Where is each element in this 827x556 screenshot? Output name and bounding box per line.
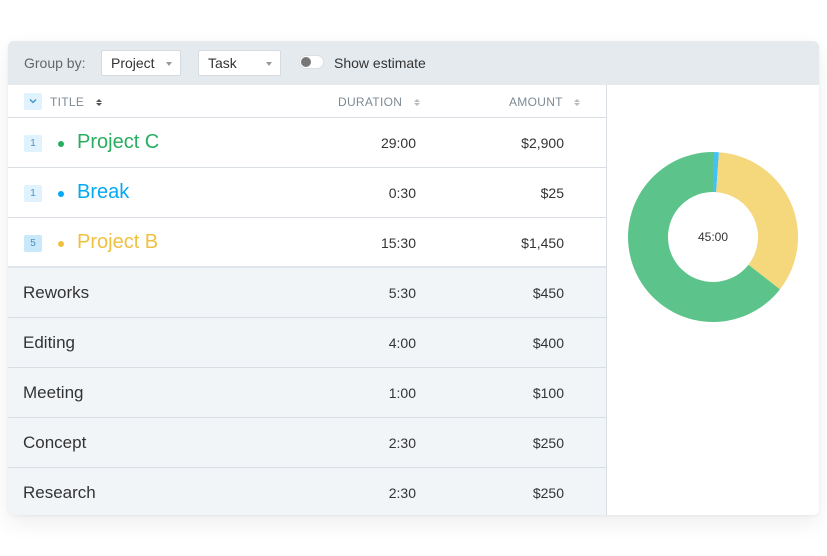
amount-cell: $100	[532, 385, 564, 401]
task-name: Meeting	[23, 383, 84, 402]
duration-cell: 2:30	[388, 485, 416, 501]
table-row-task[interactable]: Editing 4:00 $400	[8, 318, 606, 368]
summary-report-card: Group by: Project Task Show estimate TIT…	[8, 41, 819, 515]
show-estimate-label: Show estimate	[334, 55, 426, 71]
group-name: Project B	[77, 231, 159, 253]
table-row-task[interactable]: Meeting 1:00 $100	[8, 368, 606, 418]
chevron-down-icon	[29, 99, 37, 104]
donut-center-label: 45:00	[698, 230, 728, 244]
project-color-dot	[58, 141, 64, 147]
sort-icon	[413, 99, 420, 107]
expand-all-button[interactable]	[24, 93, 42, 110]
table-row-group[interactable]: 1 Break 0:30 $25	[8, 168, 606, 218]
table-header: TITLE DURATION AMOUNT	[8, 85, 606, 118]
duration-cell: 0:30	[388, 185, 416, 201]
table-row-group-expanded[interactable]: 5 Project B 15:30 $1,450	[8, 218, 606, 268]
task-name: Concept	[23, 433, 87, 452]
group-by-label: Group by:	[24, 55, 86, 71]
chevron-down-icon	[166, 62, 172, 66]
group-by-primary-value: Project	[111, 55, 155, 71]
duration-cell: 15:30	[380, 235, 416, 251]
task-name: Research	[23, 483, 96, 502]
sort-icon	[95, 99, 102, 107]
sort-icon	[574, 99, 581, 107]
amount-cell: $250	[532, 485, 564, 501]
chevron-down-icon	[266, 62, 272, 66]
entry-count-badge: 1	[24, 135, 42, 152]
duration-cell: 1:00	[388, 385, 416, 401]
column-duration-label: DURATION	[338, 95, 403, 109]
report-table: TITLE DURATION AMOUNT 1 Project C 29:00 …	[8, 85, 606, 515]
project-color-dot	[58, 241, 64, 247]
duration-cell: 29:00	[380, 135, 416, 151]
column-title-label: TITLE	[50, 95, 85, 109]
amount-cell: $1,450	[521, 235, 564, 251]
toggle-knob	[301, 57, 311, 67]
donut-chart: 45:00	[628, 152, 798, 322]
group-by-secondary-select[interactable]: Task	[198, 50, 281, 76]
group-name: Break	[77, 181, 130, 203]
duration-cell: 5:30	[388, 285, 416, 301]
donut-chart-panel: 45:00	[607, 85, 819, 515]
task-name: Editing	[23, 333, 75, 352]
table-row-task[interactable]: Concept 2:30 $250	[8, 418, 606, 468]
group-by-secondary-value: Task	[208, 55, 237, 71]
toolbar: Group by: Project Task Show estimate	[8, 41, 819, 85]
amount-cell: $400	[532, 335, 564, 351]
amount-cell: $2,900	[521, 135, 564, 151]
table-row-task[interactable]: Reworks 5:30 $450	[8, 268, 606, 318]
duration-cell: 2:30	[388, 435, 416, 451]
amount-cell: $450	[532, 285, 564, 301]
column-header-duration[interactable]: DURATION	[338, 95, 420, 109]
group-by-primary-select[interactable]: Project	[101, 50, 181, 76]
project-color-dot	[58, 191, 64, 197]
column-amount-label: AMOUNT	[509, 95, 563, 109]
entry-count-badge: 1	[24, 185, 42, 202]
duration-cell: 4:00	[388, 335, 416, 351]
entry-count-badge: 5	[24, 235, 42, 252]
column-header-amount[interactable]: AMOUNT	[509, 95, 581, 109]
amount-cell: $25	[540, 185, 564, 201]
donut-slice-project-b[interactable]	[716, 152, 798, 290]
show-estimate-toggle[interactable]	[299, 55, 324, 69]
task-name: Reworks	[23, 283, 90, 302]
group-name: Project C	[77, 131, 160, 153]
table-row-group[interactable]: 1 Project C 29:00 $2,900	[8, 118, 606, 168]
column-header-title[interactable]: TITLE	[50, 95, 102, 109]
table-row-task[interactable]: Research 2:30 $250	[8, 468, 606, 515]
amount-cell: $250	[532, 435, 564, 451]
